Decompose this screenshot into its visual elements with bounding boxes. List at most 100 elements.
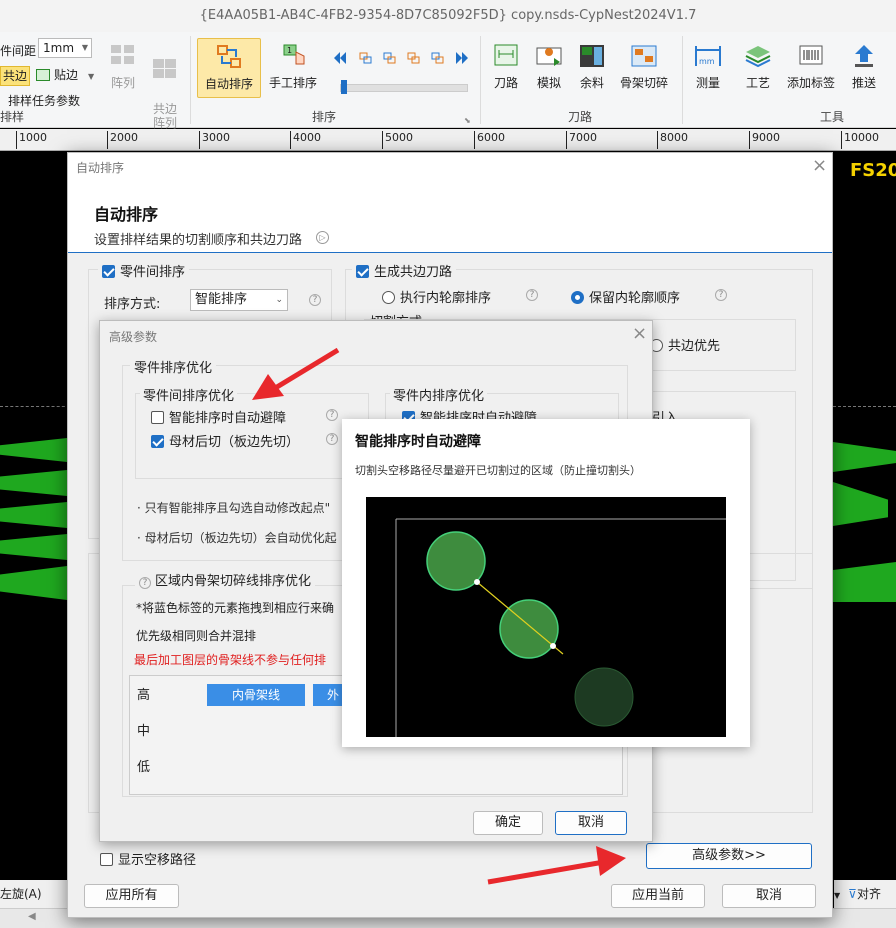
remnant-button[interactable]: 余料 [574, 42, 610, 91]
part-shape[interactable] [0, 566, 67, 600]
manual-sort-button[interactable]: 1 手工排序 [266, 42, 320, 91]
radio-icon [382, 291, 395, 304]
common-edge-checkbox[interactable]: 生成共边刀路 [352, 261, 457, 280]
help-icon[interactable]: ? [309, 294, 321, 306]
tag-inner-skeleton[interactable]: 内骨架线 [207, 684, 305, 706]
hand-pointer-icon: 1 [278, 42, 308, 70]
process-button[interactable]: 工艺 [740, 42, 776, 91]
advanced-params-button[interactable]: 高级参数>> [646, 843, 812, 869]
simulate-button[interactable]: 模拟 [530, 42, 568, 91]
measure-button[interactable]: mm 测量 [690, 42, 726, 91]
advanced-title: 高级参数 [109, 330, 158, 344]
ok-button[interactable]: 确定 [473, 811, 543, 835]
inner-sort-radio[interactable]: 执行内轮廓排序 [382, 287, 491, 306]
part-shape[interactable] [833, 442, 896, 472]
region-title: 区域内骨架切碎线排序优化 [155, 574, 312, 589]
ribbon-toolbar: 件间距 1mm ▼ 共边 贴边 ▼ 排样任务参数 排样 阵列 共边 阵列 自动排序 … [0, 32, 896, 130]
toolpath-button[interactable]: 刀路 [488, 42, 524, 91]
skeleton-cut-icon [629, 42, 659, 70]
part-sort-label: 零件间排序 [120, 265, 186, 280]
part-shape[interactable] [833, 482, 888, 526]
travel-point [550, 643, 556, 649]
push-label: 推送 [851, 76, 876, 90]
ruler-tick: 10000 [841, 131, 879, 149]
sort-method-value: 智能排序 [195, 292, 248, 307]
common-first-radio[interactable]: 共边优先 [650, 335, 720, 354]
close-icon[interactable]: × [812, 155, 827, 176]
auto-sort-button[interactable]: 自动排序 [197, 38, 261, 98]
last-icon [456, 52, 468, 64]
common-edge-label: 生成共边刀路 [374, 265, 453, 280]
part-shape[interactable] [0, 438, 67, 462]
spacing-label: 件间距 [0, 44, 37, 58]
process-label: 工艺 [745, 76, 770, 90]
skeleton-cut-button[interactable]: 骨架切碎 [616, 42, 672, 91]
add-tag-button[interactable]: 添加标签 [784, 42, 838, 91]
part-sort-checkbox[interactable]: 零件间排序 [98, 261, 190, 280]
close-icon[interactable]: × [632, 323, 647, 344]
sort-method-select[interactable]: 智能排序 ⌄ [190, 289, 288, 311]
sheet-last-checkbox[interactable]: 母材后切（板边先切） [151, 431, 299, 450]
common-edge-button[interactable]: 共边 [0, 66, 30, 86]
uncut-part-circle [574, 667, 634, 727]
keep-inner-radio[interactable]: 保留内轮廓顺序 [571, 287, 680, 306]
task-params-button[interactable]: 排样任务参数 [8, 92, 80, 109]
advanced-cancel-button[interactable]: 取消 [555, 811, 627, 835]
help-tooltip: 智能排序时自动避障 切割头空移路径尽量避开已切割过的区域（防止撞切割头） [342, 419, 750, 747]
same-priority-label: 优先级相同则合并混排 [136, 629, 257, 643]
auto-avoid-label: 智能排序时自动避障 [169, 411, 287, 426]
help-icon[interactable]: ? [326, 433, 338, 445]
chevron-down-icon: ▼ [88, 72, 95, 81]
part-shape[interactable] [0, 534, 67, 560]
warning-text: 最后加工图层的骨架线不参与任何排 [134, 653, 327, 667]
paste-edge-label: 贴边 [54, 68, 79, 82]
scroll-left-icon[interactable]: ◀ [28, 911, 36, 922]
checkbox-icon [151, 411, 164, 424]
slider-thumb[interactable] [341, 80, 347, 94]
check-icon [102, 265, 115, 278]
array-button[interactable]: 阵列 [106, 42, 140, 91]
align-icon: ⊽ [848, 887, 857, 901]
help-icon[interactable]: ? [326, 409, 338, 421]
part-shape[interactable] [0, 502, 67, 528]
note-line-2: · 母材后切（板边先切）会自动优化起 [137, 531, 337, 545]
push-button[interactable]: 推送 [846, 42, 882, 91]
part-shape[interactable] [833, 562, 896, 602]
group-sort-label: 排序 [312, 110, 337, 124]
between-title: 零件间排序优化 [140, 385, 238, 404]
sheet-edge [0, 406, 70, 407]
rotate-left-button[interactable]: 左旋(A) [0, 880, 70, 908]
sort-progress-slider[interactable] [340, 80, 468, 94]
radio-icon [571, 291, 584, 304]
paste-edge-button[interactable]: 贴边 ▼ [36, 66, 94, 83]
play-icon[interactable]: ▷ [316, 231, 329, 244]
part-shape[interactable] [0, 470, 67, 496]
grid-icon [108, 42, 138, 70]
group-tools-label: 工具 [820, 110, 845, 124]
inner-title: 零件内排序优化 [390, 385, 488, 404]
common-array-button[interactable]: 共边 阵列 [148, 42, 182, 130]
note-line-1: · 只有智能排序且勾选自动修改起点" [137, 501, 331, 515]
paste-edge-icon [36, 69, 50, 81]
tooltip-desc: 切割头空移路径尽量避开已切割过的区域（防止撞切割头） [355, 464, 641, 477]
inner-sort-label: 执行内轮廓排序 [400, 291, 492, 306]
align-label: 对齐 [856, 887, 881, 901]
group-toolpath-label: 刀路 [568, 110, 593, 124]
apply-current-button[interactable]: 应用当前 [611, 884, 705, 908]
auto-avoid-checkbox[interactable]: 智能排序时自动避障 [151, 407, 286, 426]
apply-all-button[interactable]: 应用所有 [84, 884, 179, 908]
align-dropdown[interactable]: ▼ ⊽对齐 [834, 880, 896, 908]
spacing-input[interactable]: 1mm ▼ [38, 38, 92, 58]
upload-icon [849, 42, 879, 70]
help-icon[interactable]: ? [139, 577, 151, 589]
ruler-tick: 7000 [566, 131, 597, 149]
group-nest-label: 排样 [0, 110, 25, 124]
show-travel-checkbox[interactable]: 显示空移路径 [100, 849, 196, 868]
dialog-launcher-icon[interactable]: ⬊ [464, 116, 471, 125]
ruler-tick: 1000 [16, 131, 47, 149]
help-icon[interactable]: ? [715, 289, 727, 301]
sheet-edge [833, 406, 896, 407]
cancel-button[interactable]: 取消 [722, 884, 816, 908]
help-icon[interactable]: ? [526, 289, 538, 301]
ruler-icon: mm [693, 42, 723, 70]
